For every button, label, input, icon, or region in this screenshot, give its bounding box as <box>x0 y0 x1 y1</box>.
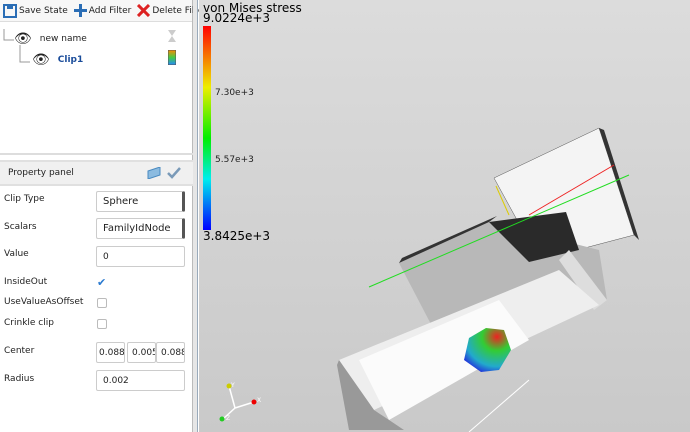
tree-item-label: new name <box>39 34 87 44</box>
delete-x-icon <box>137 4 151 17</box>
property-panel-header: Property panel <box>0 160 193 186</box>
apply-check-icon[interactable] <box>167 167 181 179</box>
orientation-axes: Y X Z <box>219 382 261 422</box>
hourglass-icon <box>168 30 176 42</box>
tree-item-new-name[interactable]: 👁 new name <box>14 31 87 47</box>
axis-z-label: Z <box>226 415 230 422</box>
plus-icon <box>73 4 87 17</box>
value-input[interactable]: 0 <box>96 246 185 267</box>
center-x-value: 0.088 <box>99 347 125 358</box>
property-panel-title: Property panel <box>8 168 74 178</box>
value-label: Value <box>4 249 29 259</box>
splitter[interactable] <box>193 0 198 432</box>
use-value-as-offset-label: UseValueAsOffset <box>4 297 84 307</box>
crinkle-clip-checkbox[interactable] <box>97 319 107 329</box>
clip-type-value: Sphere <box>103 196 139 207</box>
add-filter-label: Add Filter <box>88 5 132 16</box>
clip-type-label: Clip Type <box>4 194 45 204</box>
model-render: Y X Z <box>219 127 639 432</box>
radius-value: 0.002 <box>103 375 129 386</box>
scalars-select[interactable]: FamilyIdNode <box>96 218 185 239</box>
scalars-value: FamilyIdNode <box>103 223 171 234</box>
tree-item-label: Clip1 <box>57 55 84 65</box>
pipeline-tree: 👁 new name 👁 Clip1 <box>0 23 193 155</box>
value-value: 0 <box>103 251 109 262</box>
inside-out-checkbox[interactable]: ✔ <box>97 277 107 288</box>
center-z-input[interactable]: 0.088 <box>156 342 185 363</box>
clip-type-select[interactable]: Sphere <box>96 191 185 212</box>
use-value-as-offset-checkbox[interactable] <box>97 298 107 308</box>
center-y-value: 0.005 <box>132 347 156 358</box>
radius-input[interactable]: 0.002 <box>96 370 185 391</box>
save-state-label: Save State <box>19 5 68 16</box>
axis-line-white <box>468 379 530 432</box>
inside-out-label: InsideOut <box>4 277 48 287</box>
add-filter-button[interactable]: Add Filter <box>73 4 132 17</box>
radius-label: Radius <box>4 374 35 384</box>
3d-viewport[interactable]: von Mises stress 9.0224e+3 7.30e+3 5.57e… <box>199 0 690 432</box>
center-label: Center <box>4 346 35 356</box>
tree-item-clip1[interactable]: 👁 Clip1 <box>32 52 83 68</box>
axis-y-label: Y <box>230 382 235 389</box>
crinkle-clip-label: Crinkle clip <box>4 318 54 328</box>
axis-x-label: X <box>257 397 261 404</box>
center-z-value: 0.088 <box>161 347 185 358</box>
center-x-input[interactable]: 0.088 <box>96 342 125 363</box>
toolbar: Save State Add Filter Delete Filter <box>0 0 207 22</box>
left-panel: Save State Add Filter Delete Filter 👁 ne… <box>0 0 207 432</box>
eye-icon[interactable]: 👁 <box>14 31 32 47</box>
model-geometry <box>337 127 639 430</box>
axis-z-marker <box>219 416 225 422</box>
axis-x-marker <box>251 399 257 405</box>
save-state-button[interactable]: Save State <box>3 3 68 18</box>
colormap-icon[interactable] <box>168 50 176 65</box>
save-icon <box>3 3 17 18</box>
view-icon[interactable] <box>147 167 161 179</box>
center-y-input[interactable]: 0.005 <box>127 342 156 363</box>
scalars-label: Scalars <box>4 222 37 232</box>
eye-icon[interactable]: 👁 <box>32 52 50 68</box>
